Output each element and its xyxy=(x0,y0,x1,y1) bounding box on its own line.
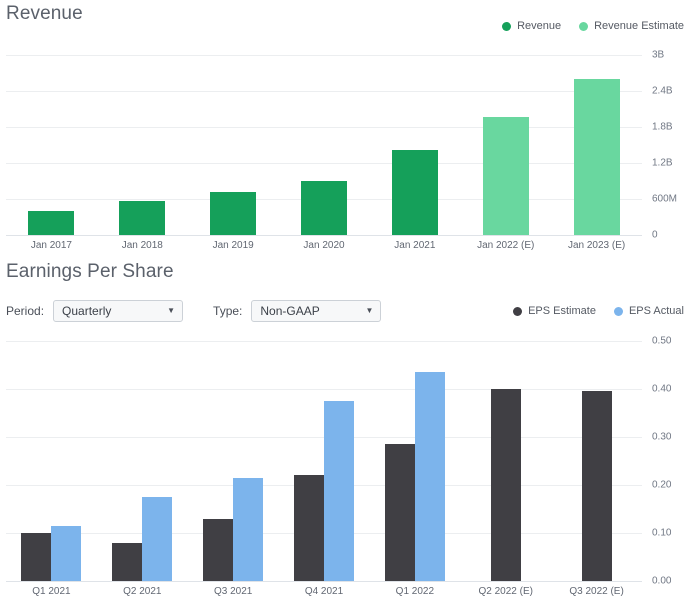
bar-group: Jan 2020 xyxy=(279,55,370,251)
eps-bar-chart: 0.50 0.40 0.30 0.20 0.10 0.00 Q1 2021 Q2 2021 Q… xyxy=(0,336,690,599)
x-axis-tick-label: Jan 2018 xyxy=(121,240,163,251)
eps-plot-area: 0.50 0.40 0.30 0.20 0.10 0.00 Q1 2021 Q2 2021 Q… xyxy=(6,336,671,597)
y-axis-tick-label: 600M xyxy=(652,193,678,205)
eps-controls: Period: Quarterly ▼ Type: Non-GAAP ▼ xyxy=(6,300,382,322)
x-axis-tick-label: Jan 2022 (E) xyxy=(477,240,535,251)
bar[interactable] xyxy=(482,117,529,235)
legend-item-eps-estimate[interactable]: EPS Estimate xyxy=(513,305,596,317)
x-axis-tick-label: Q1 2022 xyxy=(395,586,435,597)
bar[interactable] xyxy=(414,372,445,581)
x-axis-tick-label: Q2 2021 xyxy=(123,586,162,597)
period-select[interactable]: Quarterly ▼ xyxy=(53,300,184,322)
bar[interactable] xyxy=(233,477,264,581)
gridline: 0.00 xyxy=(6,576,671,587)
eps-section-title: Earnings Per Share xyxy=(6,261,174,282)
eps-bar-series: Q1 2021 Q2 2021 Q3 2021 Q4 2021 Q1 2022 Q2 20… xyxy=(6,341,642,597)
y-axis-tick-label: 1.2B xyxy=(652,157,673,169)
bar-group: Q2 2022 (E) xyxy=(460,341,551,597)
y-axis-tick-label: 0.30 xyxy=(652,431,672,443)
type-select[interactable]: Non-GAAP ▼ xyxy=(251,300,382,322)
bar[interactable] xyxy=(203,518,234,581)
legend-dot-icon xyxy=(613,306,623,316)
bar-group: Jan 2018 xyxy=(97,55,188,251)
bar[interactable] xyxy=(490,389,521,581)
y-axis-tick-label: 1.8B xyxy=(652,121,673,133)
legend-item-eps-actual[interactable]: EPS Actual xyxy=(613,305,684,317)
revenue-bar-chart: 3B 2.4B 1.8B 1.2B 600M 0 Jan 2017 Jan 2018 Jan … xyxy=(0,50,690,253)
y-axis-tick-label: 0 xyxy=(652,229,658,241)
y-axis-tick-label: 0.20 xyxy=(652,479,672,491)
x-axis-tick-label: Q4 2021 xyxy=(304,586,344,597)
bar[interactable] xyxy=(573,79,620,235)
bar-group: Q4 2021 xyxy=(279,341,370,597)
x-axis-tick-label: Jan 2019 xyxy=(212,240,254,251)
bar[interactable] xyxy=(581,391,612,581)
legend-dot-icon xyxy=(579,21,589,31)
x-axis-tick-label: Q3 2021 xyxy=(213,586,253,597)
bar-group: Jan 2022 (E) xyxy=(460,55,551,251)
x-axis-tick-label: Jan 2023 (E) xyxy=(567,240,626,251)
legend-label: Revenue xyxy=(517,20,562,32)
period-label: Period: xyxy=(6,304,45,318)
gridline: 0 xyxy=(6,230,658,241)
bar[interactable] xyxy=(21,533,52,581)
type-select-value: Non-GAAP xyxy=(260,304,320,318)
period-select-value: Quarterly xyxy=(62,304,112,318)
legend-item-revenue-estimate[interactable]: Revenue Estimate xyxy=(579,20,684,32)
legend-item-revenue[interactable]: Revenue xyxy=(502,20,561,32)
bar[interactable] xyxy=(28,210,75,235)
y-axis-tick-label: 0.10 xyxy=(652,527,672,539)
bar[interactable] xyxy=(301,181,347,235)
bar-group: Jan 2017 xyxy=(6,55,97,251)
bar-group: Jan 2019 xyxy=(188,55,279,251)
bar[interactable] xyxy=(294,475,324,581)
bar[interactable] xyxy=(384,444,415,581)
legend-dot-icon xyxy=(513,306,523,316)
bar[interactable] xyxy=(142,497,173,581)
bar-group: Q3 2022 (E) xyxy=(551,341,642,597)
y-axis-tick-label: 0.00 xyxy=(652,575,672,587)
eps-legend: EPS Estimate EPS Actual xyxy=(513,305,684,317)
bar-group: Jan 2023 (E) xyxy=(551,55,642,251)
legend-label: EPS Actual xyxy=(628,305,684,317)
revenue-section-title: Revenue xyxy=(6,3,83,24)
chevron-down-icon: ▼ xyxy=(167,306,176,315)
revenue-legend: Revenue Revenue Estimate xyxy=(502,20,684,32)
x-axis-tick-label: Jan 2017 xyxy=(30,240,72,251)
bar[interactable] xyxy=(119,201,166,235)
y-axis-tick-label: 3B xyxy=(652,49,665,61)
type-label: Type: xyxy=(213,304,243,318)
chevron-down-icon: ▼ xyxy=(365,306,374,315)
bar[interactable] xyxy=(210,191,257,235)
x-axis-tick-label: Q3 2022 (E) xyxy=(569,586,624,597)
revenue-bar-series: Jan 2017 Jan 2018 Jan 2019 Jan 2020 Jan 2021… xyxy=(6,55,642,251)
x-axis-tick-label: Jan 2021 xyxy=(394,240,436,251)
x-axis-tick-label: Q2 2022 (E) xyxy=(478,586,533,597)
bar[interactable] xyxy=(112,542,143,581)
bar-group: Jan 2021 xyxy=(369,55,460,251)
legend-label: EPS Estimate xyxy=(528,305,596,317)
revenue-plot-area: 3B 2.4B 1.8B 1.2B 600M 0 Jan 2017 Jan 2018 Jan … xyxy=(6,50,677,251)
y-axis-tick-label: 2.4B xyxy=(652,85,673,97)
bar[interactable] xyxy=(391,150,438,235)
bar-group: Q2 2021 xyxy=(97,341,188,597)
x-axis-tick-label: Q1 2021 xyxy=(32,586,71,597)
legend-dot-icon xyxy=(502,21,512,31)
bar-group: Q1 2021 xyxy=(6,341,97,597)
bar-group: Q1 2022 xyxy=(369,341,460,597)
bar[interactable] xyxy=(51,525,82,581)
bar[interactable] xyxy=(324,401,354,581)
bar-group: Q3 2021 xyxy=(188,341,279,597)
y-axis-tick-label: 0.50 xyxy=(652,335,672,347)
legend-label: Revenue Estimate xyxy=(594,20,684,32)
x-axis-tick-label: Jan 2020 xyxy=(303,240,345,251)
y-axis-tick-label: 0.40 xyxy=(652,383,672,395)
